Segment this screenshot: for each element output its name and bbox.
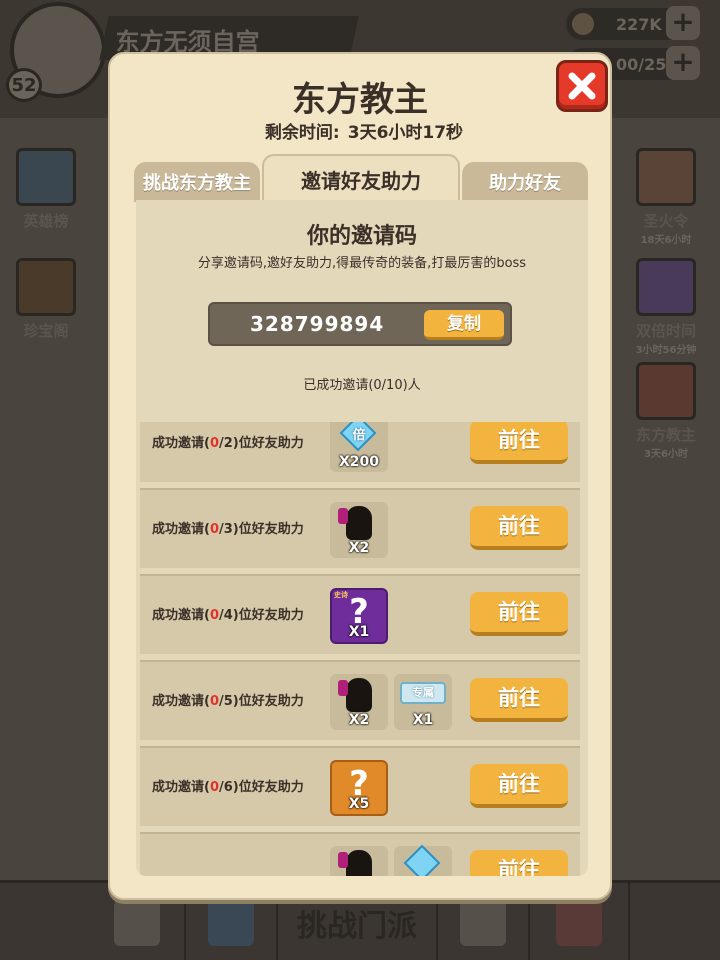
remaining-time: 剩余时间: 3天6小时17秒 (110, 118, 610, 143)
side-double-time-sub: 3小时56分钟 (635, 345, 697, 356)
side-double-time[interactable]: 双倍时间 3小时56分钟 (626, 258, 706, 356)
bottom-nav-icon (460, 900, 506, 946)
side-boss-palace-label: 东方教主 (635, 426, 696, 444)
requirement-prefix: 成功邀请( (152, 522, 210, 537)
remaining-time-value: 3天6小时17秒 (347, 123, 464, 143)
side-holy-fire-label: 圣火令 (643, 212, 689, 230)
reward-row: 成功邀请(0/6)位好友助力 ? X5 前往 (140, 746, 580, 826)
side-boss-palace[interactable]: 东方教主 3天6小时 (626, 362, 706, 460)
boss-palace-icon (636, 362, 696, 420)
reward-item[interactable]: 史诗? X1 (330, 588, 388, 644)
requirement-prefix: 成功邀请( (152, 436, 210, 451)
item-quantity: X2 (348, 540, 370, 556)
remaining-time-label: 剩余时间: (264, 123, 340, 143)
go-button[interactable]: 前往 (470, 592, 568, 636)
invite-code: 328799894 (250, 312, 385, 336)
requirement-suffix: /3)位好友助力 (219, 522, 304, 537)
item-quantity: X1 (348, 624, 370, 640)
coin-resource: 227K + (566, 6, 700, 40)
holy-fire-token-icon (636, 148, 696, 206)
invite-code-title: 你的邀请码 (306, 224, 417, 249)
double-time-icon (636, 258, 696, 316)
dialog-title: 东方教主 (292, 80, 428, 120)
requirement-progress: 0 (209, 608, 219, 623)
reward-requirement: 成功邀请(0/5)位好友助力 (152, 690, 304, 709)
reward-item[interactable]: 倍 X200 (330, 422, 388, 472)
reward-item[interactable] (394, 844, 452, 876)
add-stamina-button[interactable]: + (666, 46, 700, 80)
reward-item[interactable]: 专属 X1 (394, 674, 452, 730)
invited-status: 已成功邀请(0/10)人 (303, 378, 421, 393)
invite-panel: 你的邀请码 分享邀请码,邀好友助力,得最传奇的装备,打最厉害的boss 3287… (136, 200, 588, 876)
item-quantity: X1 (412, 712, 434, 728)
reward-row: 前往 (140, 832, 580, 876)
level-badge: 52 (6, 68, 42, 102)
reward-item[interactable] (330, 846, 388, 876)
reward-row: 成功邀请(0/4)位好友助力 史诗? X1 前往 (140, 574, 580, 654)
requirement-prefix: 成功邀请( (152, 780, 210, 795)
diamond-icon (403, 844, 441, 876)
add-coin-button[interactable]: + (666, 6, 700, 40)
reward-row: 成功邀请(0/3)位好友助力 X2 前往 (140, 488, 580, 568)
reward-requirement: 成功邀请(0/2)位好友助力 (152, 432, 304, 451)
item-quantity: X2 (348, 712, 370, 728)
tab-invite-friends[interactable]: 邀请好友助力 (262, 154, 460, 202)
go-button[interactable]: 前往 (470, 764, 568, 808)
go-button[interactable]: 前往 (470, 850, 568, 876)
reward-item[interactable]: ? X5 (330, 760, 388, 816)
reward-requirement: 成功邀请(0/3)位好友助力 (152, 518, 304, 537)
requirement-prefix: 成功邀请( (152, 694, 210, 709)
go-button[interactable]: 前往 (470, 678, 568, 722)
ranking-icon (16, 148, 76, 206)
coin-value: 227K (616, 14, 662, 34)
side-ranking-label: 英雄榜 (23, 212, 69, 230)
requirement-progress: 0 (209, 694, 219, 709)
requirement-prefix: 成功邀请( (152, 608, 210, 623)
hero-figure-icon (338, 506, 372, 540)
side-boss-palace-sub: 3天6小时 (644, 449, 688, 460)
side-holy-fire-sub: 18天6小时 (640, 235, 692, 246)
requirement-progress: 0 (209, 780, 219, 795)
requirement-progress: 0 (209, 436, 219, 451)
boss-dialog: 东方教主 剩余时间: 3天6小时17秒 挑战东方教主 邀请好友助力 助力好友 你的… (108, 52, 612, 900)
hero-figure-icon (338, 678, 372, 712)
reward-item[interactable]: X2 (330, 674, 388, 730)
treasure-chest-icon (16, 258, 76, 316)
invite-description: 分享邀请码,邀好友助力,得最传奇的装备,打最厉害的boss (197, 256, 527, 271)
reward-item[interactable]: X2 (330, 502, 388, 558)
side-holy-fire[interactable]: 圣火令 18天6小时 (626, 148, 706, 246)
side-treasure[interactable]: 珍宝阁 (6, 258, 86, 341)
reward-requirement: 成功邀请(0/4)位好友助力 (152, 604, 304, 623)
go-button[interactable]: 前往 (470, 506, 568, 550)
bottom-nav-icon (208, 900, 254, 946)
stamina-value: 00/25 (616, 54, 667, 74)
reward-row: 成功邀请(0/5)位好友助力 X2 专属 X1 前往 (140, 660, 580, 740)
reward-list[interactable]: 成功邀请(0/2)位好友助力倍 X200 前往 成功邀请(0/3)位好友助力 X2 前往成… (140, 422, 580, 876)
go-button[interactable]: 前往 (470, 422, 568, 464)
item-quantity: X5 (348, 796, 370, 812)
bottom-nav-icon (114, 900, 160, 946)
tab-challenge-boss[interactable]: 挑战东方教主 (134, 162, 260, 202)
reward-row: 成功邀请(0/2)位好友助力 倍 X200 前往 (140, 422, 580, 482)
requirement-progress: 0 (209, 522, 219, 537)
side-double-time-label: 双倍时间 (635, 322, 696, 340)
coin-icon (572, 13, 594, 35)
side-treasure-label: 珍宝阁 (23, 322, 69, 340)
copy-button[interactable]: 复制 (424, 310, 504, 340)
bottom-nav-icon (556, 900, 602, 946)
close-button[interactable] (556, 60, 608, 112)
requirement-suffix: /5)位好友助力 (219, 694, 304, 709)
requirement-suffix: /6)位好友助力 (219, 780, 304, 795)
requirement-suffix: /2)位好友助力 (219, 436, 304, 451)
diamond-label: 倍 (352, 428, 366, 443)
side-ranking[interactable]: 英雄榜 (6, 148, 86, 231)
invite-code-box: 328799894 复制 (208, 302, 512, 346)
reward-requirement: 成功邀请(0/6)位好友助力 (152, 776, 304, 795)
hero-figure-icon (338, 850, 372, 876)
close-icon (568, 72, 596, 100)
exclusive-badge-icon: 专属 (400, 682, 446, 704)
tab-help-friends[interactable]: 助力好友 (462, 162, 588, 202)
item-quantity: X200 (338, 454, 380, 470)
requirement-suffix: /4)位好友助力 (219, 608, 304, 623)
